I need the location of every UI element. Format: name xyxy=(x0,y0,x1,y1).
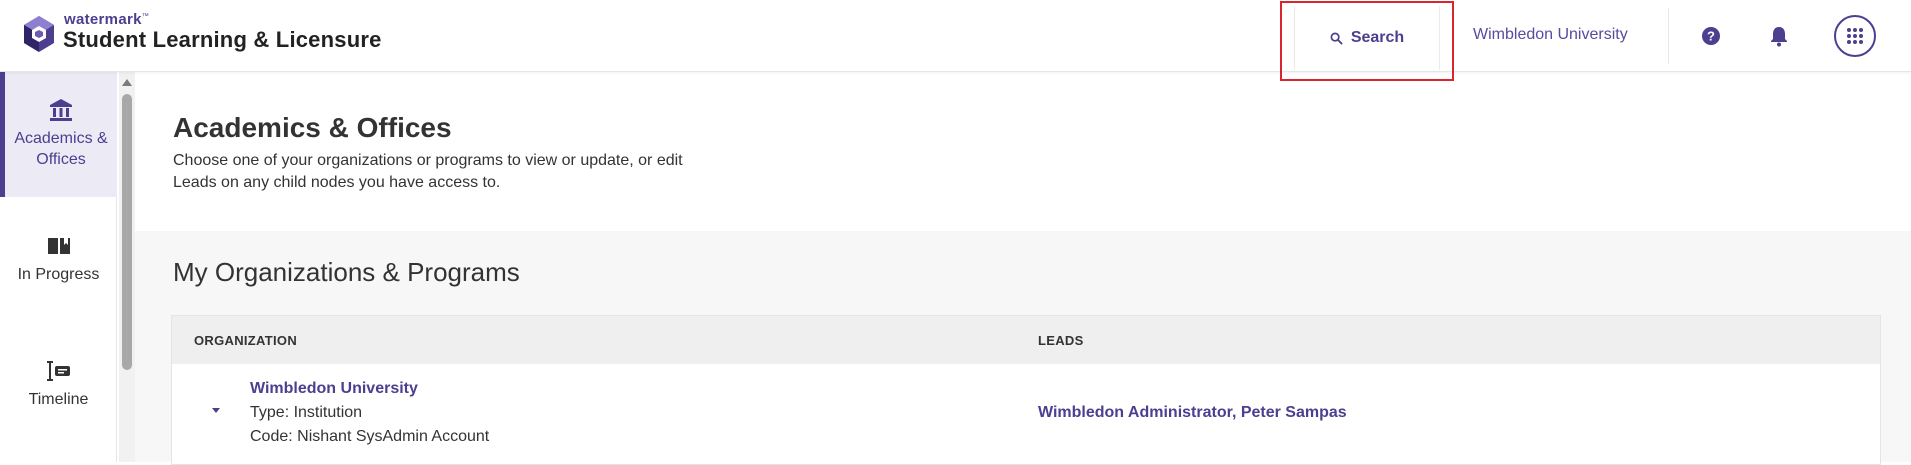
column-header-organization: ORGANIZATION xyxy=(194,333,298,348)
brand-wordmark: watermark™ xyxy=(64,11,150,28)
bell-icon xyxy=(1771,27,1787,47)
scrollbar-thumb[interactable] xyxy=(122,94,132,370)
leads-cell: Wimbledon Administrator, Peter Sampas xyxy=(1038,404,1347,422)
lead-link[interactable]: Wimbledon Administrator xyxy=(1038,404,1232,421)
organization-type: Type: Institution xyxy=(250,404,363,421)
timeline-icon xyxy=(46,361,70,381)
page-description: Choose one of your organizations or prog… xyxy=(173,152,683,191)
organizations-table: ORGANIZATION LEADS Wimbledon University … xyxy=(171,315,1881,465)
svg-text:?: ? xyxy=(1707,29,1715,44)
institution-icon xyxy=(50,99,72,121)
table-header: ORGANIZATION LEADS xyxy=(172,316,1880,364)
sidebar-item-label: Academics & xyxy=(14,130,108,147)
search-highlight-box xyxy=(1280,1,1454,81)
book-icon xyxy=(47,238,70,254)
sidebar-item-academics-offices[interactable]: Academics & Offices xyxy=(0,72,117,197)
help-icon: ? xyxy=(1702,27,1720,45)
sidebar-item-in-progress[interactable]: In Progress xyxy=(0,232,117,302)
sidebar-item-label: In Progress xyxy=(17,266,100,283)
main-content: Academics & Offices Choose one of your o… xyxy=(135,72,1911,465)
lead-separator: , xyxy=(1231,404,1241,421)
notifications-button[interactable] xyxy=(1765,22,1793,50)
lead-link[interactable]: Peter Sampas xyxy=(1241,404,1347,421)
table-row: Wimbledon University Type: Institution C… xyxy=(172,364,1880,464)
organization-link[interactable]: Wimbledon University xyxy=(250,380,418,398)
page-title: Academics & Offices xyxy=(173,112,452,143)
apps-grid-icon xyxy=(1847,28,1863,44)
header-divider xyxy=(1668,8,1669,64)
column-header-leads: LEADS xyxy=(1038,333,1084,348)
sidebar-nav: Academics & Offices In Progress Timeline xyxy=(0,72,117,462)
institution-switcher[interactable]: Wimbledon University xyxy=(1473,26,1628,44)
scroll-up-arrow-icon[interactable] xyxy=(119,76,135,88)
top-header: watermark™ Student Learning & Licensure … xyxy=(0,0,1911,81)
organization-code: Code: Nishant SysAdmin Account xyxy=(250,428,490,445)
section-title: My Organizations & Programs xyxy=(173,257,520,287)
apps-menu-button[interactable] xyxy=(1834,15,1876,57)
page-header: Academics & Offices Choose one of your o… xyxy=(135,72,1911,231)
app-title: Student Learning & Licensure xyxy=(63,27,382,52)
sidebar-item-label: Timeline xyxy=(28,391,89,408)
help-button[interactable]: ? xyxy=(1697,22,1725,50)
sidebar-item-timeline[interactable]: Timeline xyxy=(0,357,117,427)
watermark-logo-icon[interactable] xyxy=(20,14,58,54)
sidebar-item-label: Offices xyxy=(36,151,86,168)
expand-caret-icon[interactable] xyxy=(210,404,222,416)
